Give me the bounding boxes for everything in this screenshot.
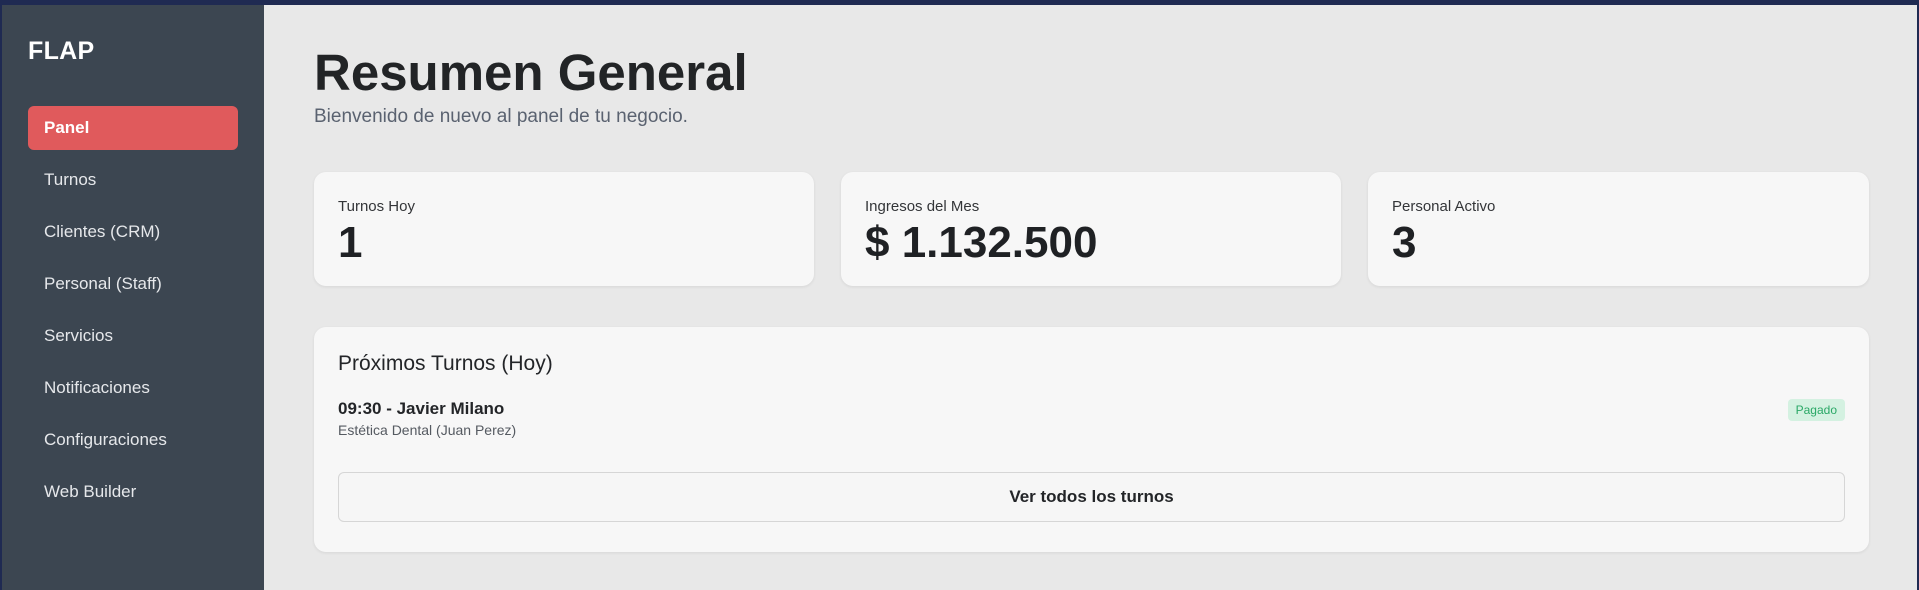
sidebar-item-notificaciones[interactable]: Notificaciones — [28, 366, 238, 410]
app-logo: FLAP — [28, 37, 95, 65]
upcoming-appointments-card: Próximos Turnos (Hoy) 09:30 - Javier Mil… — [314, 327, 1869, 552]
status-badge: Pagado — [1787, 399, 1845, 421]
page-title: Resumen General — [314, 44, 748, 101]
stat-card-ingresos-mes: Ingresos del Mes $ 1.132.500 — [841, 172, 1341, 286]
sidebar-item-web-builder[interactable]: Web Builder — [28, 470, 238, 514]
sidebar-item-clientes[interactable]: Clientes (CRM) — [28, 210, 238, 254]
sidebar-item-label: Clientes (CRM) — [44, 222, 161, 241]
sidebar-item-configuraciones[interactable]: Configuraciones — [28, 418, 238, 462]
sidebar-item-servicios[interactable]: Servicios — [28, 314, 238, 358]
appointment-item[interactable]: 09:30 - Javier Milano Estética Dental (J… — [338, 399, 1845, 449]
stat-card-personal-activo: Personal Activo 3 — [1368, 172, 1869, 286]
sidebar-item-label: Servicios — [44, 326, 113, 345]
sidebar-item-label: Notificaciones — [44, 378, 150, 397]
view-all-appointments-button[interactable]: Ver todos los turnos — [338, 472, 1845, 522]
sidebar-item-personal[interactable]: Personal (Staff) — [28, 262, 238, 306]
section-title: Próximos Turnos (Hoy) — [338, 352, 553, 375]
stat-card-turnos-hoy: Turnos Hoy 1 — [314, 172, 814, 286]
sidebar: FLAP Panel Turnos Clientes (CRM) Persona… — [2, 5, 264, 590]
appointment-service: Estética Dental (Juan Perez) — [338, 422, 517, 438]
stat-value: 3 — [1392, 218, 1417, 267]
stat-label: Personal Activo — [1392, 198, 1496, 215]
stat-value: 1 — [338, 218, 363, 267]
app-window: FLAP Panel Turnos Clientes (CRM) Persona… — [2, 5, 1917, 590]
sidebar-item-label: Personal (Staff) — [44, 274, 162, 293]
sidebar-nav: Panel Turnos Clientes (CRM) Personal (St… — [28, 106, 238, 522]
stat-label: Ingresos del Mes — [865, 198, 980, 215]
main-content: Resumen General Bienvenido de nuevo al p… — [264, 5, 1917, 590]
sidebar-item-label: Web Builder — [44, 482, 137, 501]
stat-label: Turnos Hoy — [338, 198, 415, 215]
sidebar-item-label: Configuraciones — [44, 430, 167, 449]
appointment-time-client: 09:30 - Javier Milano — [338, 399, 505, 418]
sidebar-item-panel[interactable]: Panel — [28, 106, 238, 150]
stat-value: $ 1.132.500 — [865, 218, 1098, 267]
sidebar-item-turnos[interactable]: Turnos — [28, 158, 238, 202]
sidebar-item-label: Turnos — [44, 170, 97, 189]
sidebar-item-label: Panel — [44, 118, 90, 137]
page-subtitle: Bienvenido de nuevo al panel de tu negoc… — [314, 106, 688, 127]
